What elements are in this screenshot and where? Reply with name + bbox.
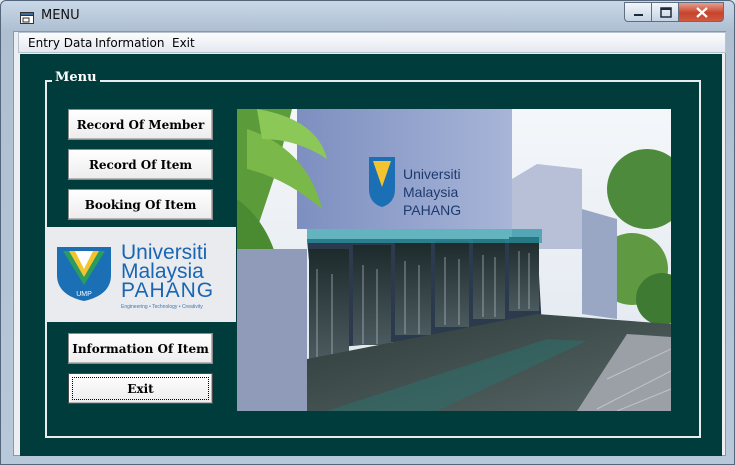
app-icon [20, 9, 34, 24]
photo-sign-line-3: PAHANG [403, 202, 461, 218]
photo-sign-line-1: Universiti [403, 166, 461, 182]
university-logo: UMP Universiti Malaysia PAHANG Engineeri… [46, 227, 236, 322]
maximize-button[interactable] [651, 2, 679, 22]
client-area: Entry Data Information Exit Menu Record … [13, 31, 726, 456]
logo-shield-icon: UMP [57, 247, 111, 301]
frame-legend: Menu [52, 70, 100, 85]
menu-entry-data[interactable]: Entry Data [28, 36, 92, 50]
photo-sign-line-2: Malaysia [403, 184, 458, 200]
menu-window: MENU Entry Data Information Exit Menu Re… [0, 0, 735, 465]
information-of-item-button[interactable]: Information Of Item [68, 333, 213, 364]
exit-button[interactable]: Exit [68, 373, 213, 404]
booking-of-item-button[interactable]: Booking Of Item [68, 189, 213, 220]
record-of-item-button[interactable]: Record Of Item [68, 149, 213, 180]
minimize-icon [634, 14, 643, 16]
title-bar[interactable]: MENU [1, 1, 734, 29]
menu-exit[interactable]: Exit [172, 36, 195, 50]
maximize-icon [660, 7, 672, 18]
minimize-button[interactable] [624, 2, 652, 22]
close-icon [696, 7, 708, 18]
svg-text:UMP: UMP [76, 291, 92, 298]
close-button[interactable] [678, 2, 724, 22]
logo-tagline: Engineering • Technology • Creativity [121, 304, 203, 310]
campus-photo: Universiti Malaysia PAHANG [237, 109, 671, 411]
window-title: MENU [41, 8, 80, 23]
logo-line-3: PAHANG [121, 279, 215, 302]
record-of-member-button[interactable]: Record Of Member [68, 109, 213, 140]
menu-bar: Entry Data Information Exit [18, 32, 726, 53]
menu-information[interactable]: Information [95, 36, 164, 50]
menu-panel: Menu Record Of Member Record Of Item Boo… [20, 54, 722, 456]
